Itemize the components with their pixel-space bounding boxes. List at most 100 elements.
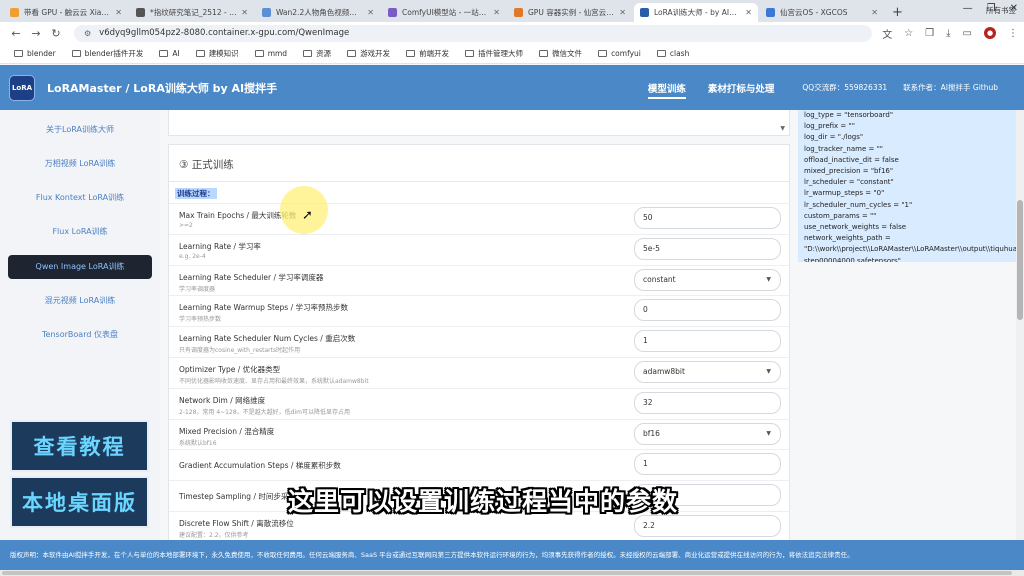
browser-tab[interactable]: ComfyUI模型站 - 一站式 Com ✕ [382, 3, 506, 22]
log-line: log_tracker_name = "" [804, 144, 884, 153]
nav-material-tagging[interactable]: 素材打标与处理 [708, 65, 775, 110]
param-value: 50 [643, 213, 653, 222]
param-hint: e.g. 2e-4 [179, 252, 206, 260]
mouse-cursor-icon: ➚ [302, 208, 313, 223]
tab-close-icon[interactable]: ✕ [871, 8, 878, 17]
url-field[interactable]: ⚙ v6dyq9gllm054pz2-8080.container.x-gpu.… [74, 24, 873, 42]
browser-tab[interactable]: 带看 GPU - 触云云 Xiangongyu ✕ [4, 3, 128, 22]
sidebar-item-qwen-image[interactable]: Qwen Image LoRA训练 [8, 255, 152, 279]
bookmark-folder[interactable]: 插件管理大师 [465, 48, 523, 59]
log-line: "D:\\work\\project\\LoRAMaster\\LoRAMast… [804, 245, 1016, 254]
sidebar-item-tensorboard[interactable]: TensorBoard 仪表盘 [8, 323, 152, 347]
param-input[interactable]: 32 [634, 391, 781, 414]
tab-title: 仙宫云OS - XGCOS [780, 8, 848, 17]
menu-icon[interactable]: ⋮ [1008, 28, 1018, 39]
download-icon[interactable]: ⤓ [946, 28, 950, 39]
translate-icon[interactable]: 文 [882, 26, 892, 41]
param-input[interactable]: 2.2 [634, 515, 781, 537]
param-hint: 2-128，常用 4~128，不是越大越好，低dim可以降低显存占用 [179, 408, 350, 416]
bookmark-folder[interactable]: clash [656, 49, 690, 58]
new-tab-button[interactable]: + [886, 3, 909, 22]
browser-tab[interactable]: GPU 容器实例 - 仙宫云 Xiangg ✕ [508, 3, 632, 22]
horizontal-scrollbar[interactable] [0, 570, 1024, 576]
param-input[interactable]: 5e-5 [634, 237, 781, 260]
folder-icon [347, 50, 357, 57]
back-icon[interactable]: ← [6, 27, 26, 40]
tab-title: 带看 GPU - 触云云 Xiangongyu [24, 8, 111, 17]
tutorial-banner[interactable]: 查看教程 [10, 420, 149, 472]
bookmark-folder[interactable]: mmd [254, 49, 287, 58]
chevron-down-icon: ▼ [766, 429, 771, 437]
param-select[interactable]: adamw8bit ▼ [634, 361, 781, 383]
minimize-icon[interactable]: — [963, 3, 973, 14]
bookmark-folder[interactable]: blender [14, 49, 56, 58]
browser-tab[interactable]: *指纹研究笔记_2512 - ComfyUI ✕ [130, 3, 254, 22]
section-title: ③ 正式训练 [179, 159, 234, 171]
param-input[interactable]: 1 [634, 330, 781, 353]
tab-close-icon[interactable]: ✕ [241, 8, 248, 17]
sidebar-item-flux[interactable]: Flux LoRA训练 [8, 220, 152, 244]
param-row: Mixed Precision / 混合精度 系统默认bf16 bf16 ▼ [169, 418, 789, 450]
param-select[interactable]: bf16 ▼ [634, 422, 781, 445]
page-scrollbar-thumb[interactable] [1017, 200, 1023, 320]
bookmark-folder[interactable]: AI [159, 49, 180, 58]
folder-icon [303, 50, 313, 57]
sidebar-item-flux-kontext[interactable]: Flux Kontext LoRA训练 [8, 186, 152, 210]
log-line: log_prefix = "" [804, 122, 855, 131]
bookmark-folder[interactable]: 微信文件 [539, 48, 582, 59]
browser-tab[interactable]: Wan2.2人物角色视频通用LoRA ✕ [256, 3, 380, 22]
bookmark-folder[interactable]: 游戏开发 [347, 48, 390, 59]
scroll-down-icon[interactable]: ▼ [780, 125, 785, 132]
site-info-icon[interactable]: ⚙ [84, 29, 91, 38]
param-row: Max Train Epochs / 最大训练轮数 >=2 50 [169, 203, 789, 234]
bookmark-label: clash [669, 49, 690, 58]
desktop-version-banner[interactable]: 本地桌面版 [10, 476, 149, 528]
sidebar-item-wan-video[interactable]: 万相视频 LoRA训练 [8, 152, 152, 176]
right-panel-blank [798, 262, 1016, 540]
bookmark-label: 游戏开发 [360, 49, 391, 58]
reload-icon[interactable]: ↻ [46, 27, 66, 40]
param-hint: 只有调度器为cosine_with_restarts时起作用 [179, 347, 301, 355]
bookmark-folder[interactable]: 资源 [303, 48, 331, 59]
tab-close-icon[interactable]: ✕ [493, 8, 500, 17]
extensions-icon[interactable]: ❒ [925, 28, 934, 39]
param-select[interactable]: constant ▼ [634, 268, 781, 291]
folder-icon [598, 50, 608, 57]
log-line: log_dir = "./logs" [804, 133, 864, 142]
bookmark-folder[interactable]: comfyui [598, 49, 641, 58]
sidebar-icon[interactable]: ▭ [963, 28, 972, 39]
contact-author[interactable]: 联系作者：AI搅拌手 Github [903, 82, 998, 93]
tab-close-icon[interactable]: ✕ [619, 8, 626, 17]
main-content: ▼ ③ 正式训练 训练过程： Max Train Epochs / 最大训练轮数… [160, 110, 798, 540]
param-input[interactable]: 50 [634, 207, 781, 229]
sidebar: 关于LoRA训练大师 万相视频 LoRA训练 Flux Kontext LoRA… [0, 110, 160, 540]
param-value: bf16 [643, 428, 660, 438]
sidebar-item-hunyuan-video[interactable]: 混元视频 LoRA训练 [8, 289, 152, 313]
forward-icon[interactable]: → [26, 27, 46, 40]
tab-close-icon[interactable]: ✕ [745, 8, 752, 17]
tab-close-icon[interactable]: ✕ [367, 8, 374, 17]
profile-avatar[interactable]: ● [984, 27, 996, 39]
bookmark-label: 微信文件 [552, 49, 583, 58]
log-line: mixed_precision = "bf16" [804, 167, 894, 176]
browser-tab-bar: 带看 GPU - 触云云 Xiangongyu✕*指纹研究笔记_2512 - C… [0, 0, 1024, 22]
bookmark-folder[interactable]: blender插件开发 [71, 48, 143, 59]
bookmark-star-icon[interactable]: ☆ [904, 28, 913, 39]
all-bookmarks[interactable]: 所有书签 [986, 5, 1016, 16]
folder-icon [14, 50, 23, 57]
nav-model-training[interactable]: 模型训练 [647, 65, 686, 110]
sidebar-item-about[interactable]: 关于LoRA训练大师 [8, 118, 152, 142]
param-input[interactable]: 0 [634, 299, 781, 322]
param-input[interactable]: 1 [634, 453, 781, 476]
horizontal-scrollbar-thumb[interactable] [2, 571, 1012, 575]
param-label: Discrete Flow Shift / 离散流移位 [179, 519, 294, 528]
param-value: 1 [643, 459, 648, 469]
bookmark-folder[interactable]: 前端开发 [406, 48, 449, 59]
video-subtitle: 这里可以设置训练过程当中的参数 [288, 487, 679, 516]
browser-tab[interactable]: 仙宫云OS - XGCOS ✕ [760, 3, 884, 22]
bookmark-folder[interactable]: 建模知识 [195, 48, 239, 59]
page-scrollbar-track[interactable] [1016, 110, 1024, 540]
param-label: Learning Rate Scheduler / 学习率调度器 [179, 272, 324, 282]
browser-tab[interactable]: LoRA训练大师 - by AI搅拌手 ✕ [634, 3, 758, 22]
tab-close-icon[interactable]: ✕ [115, 8, 122, 17]
